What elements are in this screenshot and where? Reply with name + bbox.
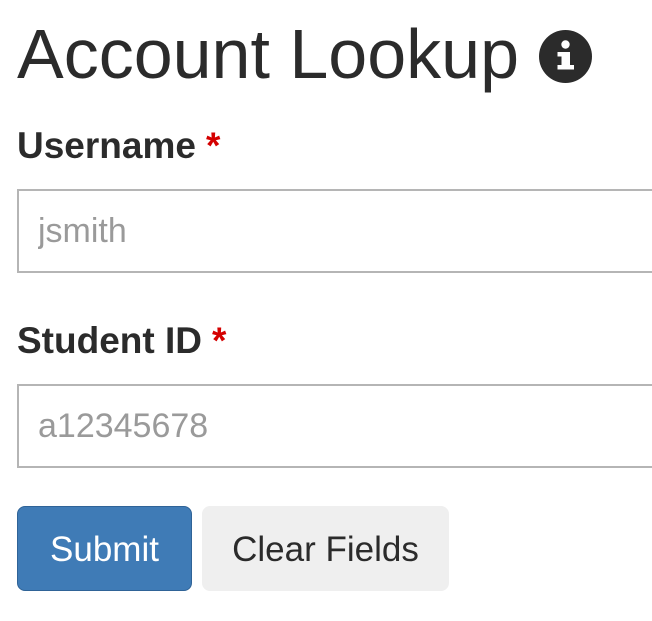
student-id-required-marker: * [211, 320, 227, 361]
info-icon[interactable] [539, 29, 593, 83]
page-header: Account Lookup [17, 14, 593, 94]
username-label-text: Username [17, 125, 196, 166]
username-label: Username * [17, 124, 220, 168]
student-id-label-text: Student ID [17, 320, 202, 361]
info-glyph-icon [557, 39, 575, 69]
username-input[interactable] [17, 189, 652, 273]
clear-fields-button[interactable]: Clear Fields [202, 506, 449, 591]
student-id-input[interactable] [17, 384, 652, 468]
submit-button[interactable]: Submit [17, 506, 192, 591]
page-title: Account Lookup [17, 15, 520, 93]
username-required-marker: * [205, 125, 221, 166]
account-lookup-page: Account Lookup Username* Student ID* Sub… [0, 0, 652, 621]
student-id-label: Student ID * [17, 319, 226, 363]
